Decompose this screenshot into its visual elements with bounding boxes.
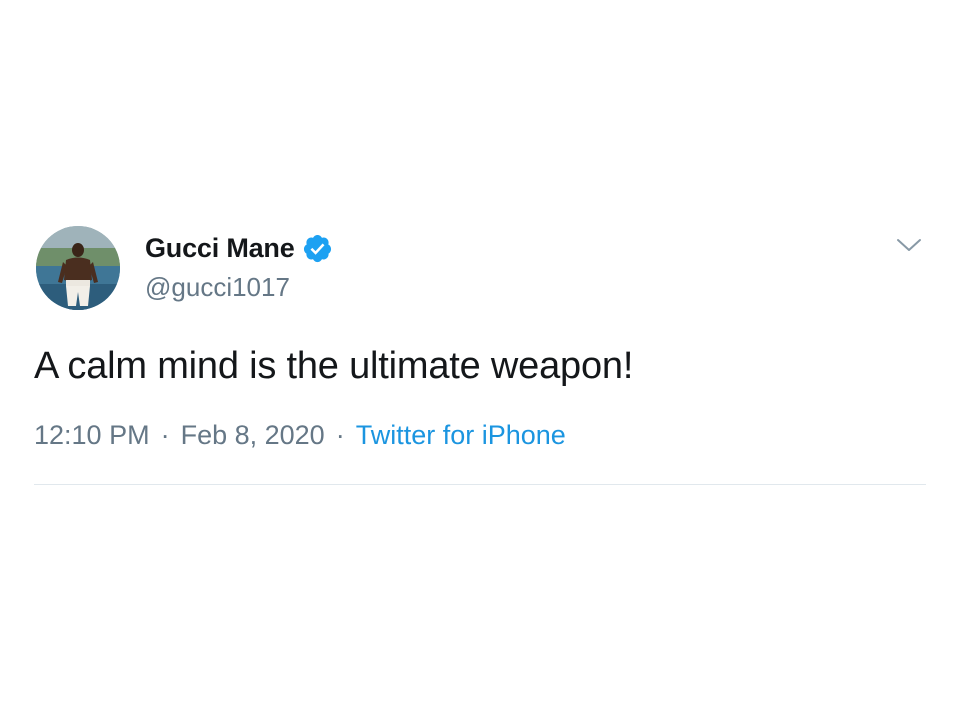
chevron-down-icon[interactable] xyxy=(892,228,926,262)
tweet-header: Gucci Mane @gucci1017 xyxy=(34,226,926,314)
tweet-source-link[interactable]: Twitter for iPhone xyxy=(356,420,566,451)
display-name[interactable]: Gucci Mane xyxy=(145,233,295,264)
tweet-meta: 12:10 PM · Feb 8, 2020 · Twitter for iPh… xyxy=(34,420,926,451)
avatar-image xyxy=(36,226,120,310)
tweet-text: A calm mind is the ultimate weapon! xyxy=(34,345,634,387)
tweet-date[interactable]: Feb 8, 2020 xyxy=(181,420,325,451)
verified-badge-icon xyxy=(302,233,333,264)
tweet: Gucci Mane @gucci1017 A calm mind is the… xyxy=(34,226,926,485)
display-name-row: Gucci Mane xyxy=(145,230,333,266)
meta-separator: · xyxy=(335,420,345,450)
avatar[interactable] xyxy=(36,226,120,310)
tweet-author[interactable]: Gucci Mane @gucci1017 xyxy=(145,230,333,303)
tweet-time[interactable]: 12:10 PM xyxy=(34,420,150,451)
divider xyxy=(34,484,926,485)
meta-separator: · xyxy=(160,420,170,450)
user-handle: @gucci1017 xyxy=(145,272,290,302)
